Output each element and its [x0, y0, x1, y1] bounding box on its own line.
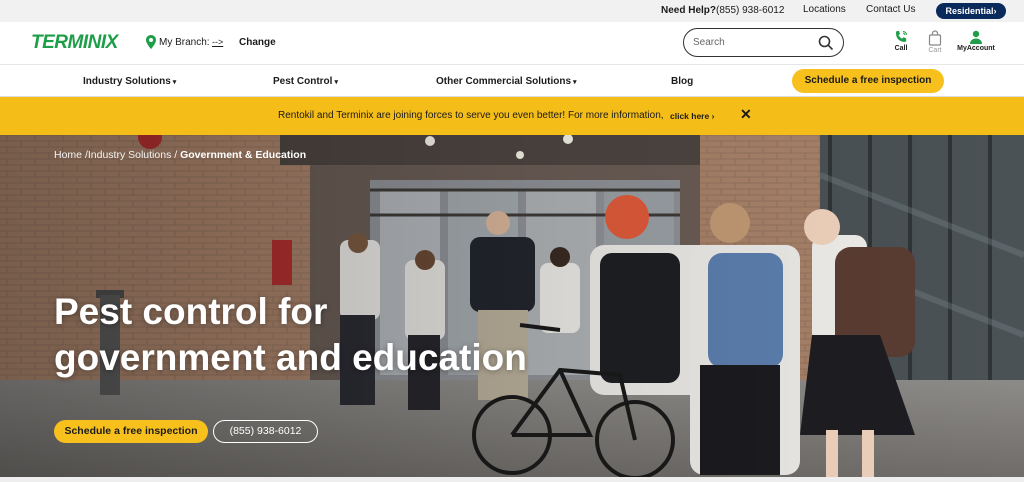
nav-industry-solutions[interactable]: Industry Solutions ▾ — [83, 76, 176, 87]
top-phone-link[interactable]: (855) 938-6012 — [716, 5, 784, 16]
close-icon[interactable]: ✕ — [740, 107, 752, 121]
phone-icon — [896, 31, 907, 42]
announcement-banner: Rentokil and Terminix are joining forces… — [0, 97, 1024, 135]
nav-label: Industry Solutions — [83, 76, 171, 87]
account-icon — [970, 30, 982, 44]
my-account-button[interactable]: MyAccount — [951, 30, 1001, 52]
cart-icon — [928, 30, 942, 46]
breadcrumb: Home /Industry Solutions / Government & … — [54, 149, 306, 161]
hero-schedule-inspection-button[interactable]: Schedule a free inspection — [54, 420, 208, 443]
breadcrumb-industry-solutions[interactable]: Industry Solutions — [88, 149, 171, 161]
banner-message: Rentokil and Terminix are joining forces… — [278, 110, 664, 121]
schedule-inspection-button[interactable]: Schedule a free inspection — [792, 69, 944, 93]
page-divider — [0, 477, 1024, 482]
nav-blog[interactable]: Blog — [671, 76, 693, 87]
terminix-logo[interactable]: TERMINIX — [31, 32, 118, 54]
utility-bar: Need Help? (855) 938-6012 Locations Cont… — [0, 0, 1024, 22]
hero-phone-button[interactable]: (855) 938-6012 — [213, 420, 318, 443]
nav-label: Blog — [671, 76, 694, 87]
nav-other-commercial-solutions[interactable]: Other Commercial Solutions ▾ — [436, 76, 577, 87]
title-line-2: government and education — [54, 337, 527, 378]
page-title: Pest control for government and educatio… — [54, 289, 674, 381]
breadcrumb-current: Government & Education — [180, 149, 307, 161]
map-pin-icon — [146, 35, 156, 49]
my-branch-label: My Branch: — [159, 37, 210, 48]
cart-label: Cart — [928, 47, 942, 54]
nav-pest-control[interactable]: Pest Control ▾ — [273, 76, 338, 87]
my-branch-value[interactable]: --> — [212, 37, 223, 47]
change-branch-link[interactable]: Change — [239, 37, 276, 48]
title-line-1: Pest control for — [54, 291, 328, 332]
breadcrumb-separator: / — [174, 149, 178, 161]
breadcrumb-home[interactable]: Home — [54, 149, 82, 161]
site-header: TERMINIX My Branch: --> Change Call Cart… — [0, 22, 1024, 64]
locations-link[interactable]: Locations — [803, 4, 846, 15]
chevron-down-icon: ▾ — [334, 79, 338, 86]
need-help-label: Need Help? — [661, 5, 717, 16]
residential-button[interactable]: Residential› — [936, 3, 1006, 19]
nav-label: Other Commercial Solutions — [436, 76, 572, 87]
banner-click-here-link[interactable]: click here › — [670, 111, 714, 121]
chevron-down-icon: ▾ — [573, 79, 577, 86]
hero-section: Home /Industry Solutions / Government & … — [0, 135, 1024, 477]
nav-label: Pest Control — [273, 76, 333, 87]
contact-us-link[interactable]: Contact Us — [866, 4, 915, 15]
search-box — [683, 28, 844, 57]
search-icon[interactable] — [818, 35, 834, 51]
main-nav: Industry Solutions ▾ Pest Control ▾ Other … — [0, 64, 1024, 97]
search-input[interactable] — [693, 35, 811, 50]
call-label: Call — [894, 45, 908, 52]
my-account-label: MyAccount — [957, 45, 995, 52]
chevron-down-icon: ▾ — [172, 79, 177, 86]
